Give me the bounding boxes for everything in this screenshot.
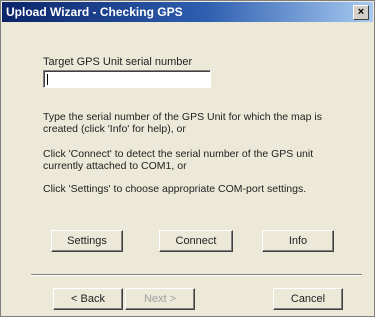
window-title: Upload Wizard - Checking GPS (6, 5, 183, 19)
text-caret (47, 74, 48, 85)
instruction-line-4: currently attached to COM1, or (43, 160, 187, 172)
title-bar[interactable]: Upload Wizard - Checking GPS × (2, 2, 373, 22)
button-separator (31, 274, 362, 276)
next-button[interactable]: Next > (125, 288, 195, 310)
serial-number-input[interactable] (43, 70, 211, 88)
connect-button[interactable]: Connect (159, 230, 233, 252)
upload-wizard-dialog: Upload Wizard - Checking GPS × Target GP… (0, 0, 375, 317)
instruction-line-1: Type the serial number of the GPS Unit f… (43, 111, 322, 123)
serial-number-label: Target GPS Unit serial number (43, 56, 193, 68)
close-button[interactable]: × (353, 5, 369, 20)
cancel-button[interactable]: Cancel (273, 288, 343, 310)
instruction-line-5: Click 'Settings' to choose appropriate C… (43, 183, 307, 195)
back-button[interactable]: < Back (53, 288, 123, 310)
instruction-line-3: Click 'Connect' to detect the serial num… (43, 148, 314, 160)
settings-button[interactable]: Settings (51, 230, 123, 252)
instruction-line-2: created (click 'Info' for help), or (43, 123, 186, 135)
info-button[interactable]: Info (262, 230, 334, 252)
